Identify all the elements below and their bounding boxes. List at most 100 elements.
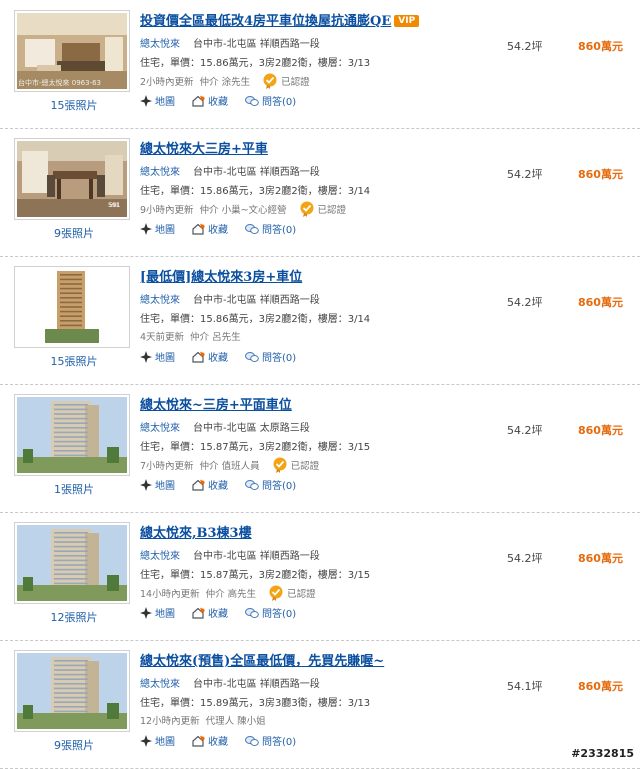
favorite-action-label: 收藏	[208, 481, 228, 492]
listing-actions: 地圖 收藏 問答(0)	[140, 93, 313, 108]
listing-price: 860萬元	[578, 424, 623, 437]
listing-thumbnail[interactable]	[14, 650, 130, 732]
community-link[interactable]: 總太悅來	[140, 419, 180, 434]
favorite-icon	[192, 223, 208, 235]
listing-title-text: 總太悅來大三房+平車	[140, 142, 268, 157]
listing-item: 591 591 9張照片 總太悅來大三房+平車 總太悅來 台中市-北屯區 祥順西路一段 住宅…	[0, 128, 640, 257]
qa-icon	[245, 351, 262, 363]
listing-item: 9張照片 總太悅來(預售)全區最低價，先買先賺喔~ 總太悅來 台中市-北屯區 祥順西路…	[0, 640, 640, 769]
community-link[interactable]: 總太悅來	[140, 291, 180, 306]
address-text: 台中市-北屯區 祥順西路一段	[193, 167, 320, 178]
map-action[interactable]: 地圖	[140, 605, 175, 620]
listing-thumbnail[interactable]	[14, 522, 130, 604]
favorite-action[interactable]: 收藏	[192, 477, 228, 492]
photo-count-link[interactable]: 9張照片	[14, 225, 134, 241]
qa-action[interactable]: 問答(0)	[245, 477, 296, 492]
area-size: 54.2坪	[507, 424, 543, 437]
address-text: 台中市-北屯區 祥順西路一段	[193, 551, 320, 562]
map-icon	[140, 478, 155, 491]
listing-detail: 住宅，單價：15.86萬元，3房2廳2衛，樓層：3/14	[140, 314, 371, 325]
listing-title-text: 總太悅來(預售)全區最低價，先買先賺喔~	[140, 654, 385, 669]
map-icon	[140, 94, 155, 107]
update-line: 9小時內更新 仲介 小巢~文心經營 已認證	[140, 201, 346, 217]
listing-title-link[interactable]: 總太悅來(預售)全區最低價，先買先賺喔~	[140, 650, 384, 669]
certified-badge-icon	[272, 457, 288, 473]
listing-item: 15張照片 [最低價]總太悅來3房+車位 總太悅來 台中市-北屯區 祥順西路一段 住宅，…	[0, 256, 640, 385]
qa-icon	[245, 735, 262, 747]
favorite-action[interactable]: 收藏	[192, 349, 228, 364]
photo-count-link[interactable]: 15張照片	[14, 97, 134, 113]
area-size: 54.1坪	[507, 680, 543, 693]
favorite-action[interactable]: 收藏	[192, 221, 228, 236]
community-link[interactable]: 總太悅來	[140, 547, 180, 562]
map-action[interactable]: 地圖	[140, 221, 175, 236]
map-action-label: 地圖	[155, 353, 175, 364]
photo-count-link[interactable]: 1張照片	[14, 481, 134, 497]
listing-title-text: 投資價全區最低改4房平車位換屋抗通膨QE	[140, 14, 392, 29]
qa-action-label: 問答(0)	[262, 353, 297, 364]
verified-label: 已認證	[317, 205, 347, 216]
agent-info: 代理人 陳小姐	[205, 716, 266, 727]
address-text: 台中市-北屯區 太原路三段	[193, 423, 310, 434]
community-link[interactable]: 總太悅來	[140, 163, 180, 178]
listing-title-link[interactable]: 總太悅來,B3棟3樓	[140, 522, 252, 541]
qa-icon	[245, 479, 262, 491]
listing-title-link[interactable]: 總太悅來大三房+平車	[140, 138, 268, 157]
thumbnail-caption: 591	[108, 202, 120, 209]
map-action-label: 地圖	[155, 481, 175, 492]
certified-badge-icon	[262, 73, 278, 89]
listing-actions: 地圖 收藏 問答(0)	[140, 349, 313, 364]
favorite-action-label: 收藏	[208, 225, 228, 236]
listing-title-text: [最低價]總太悅來3房+車位	[140, 270, 303, 285]
update-time: 12小時內更新	[140, 716, 200, 727]
listing-actions: 地圖 收藏 問答(0)	[140, 477, 313, 492]
qa-action[interactable]: 問答(0)	[245, 93, 296, 108]
area-size: 54.2坪	[507, 40, 543, 53]
favorite-icon	[192, 735, 208, 747]
photo-count-link[interactable]: 15張照片	[14, 353, 134, 369]
update-time: 2小時內更新	[140, 77, 194, 88]
qa-action[interactable]: 問答(0)	[245, 349, 296, 364]
listing-thumbnail[interactable]	[14, 266, 130, 348]
verified-label: 已認證	[290, 461, 320, 472]
map-action[interactable]: 地圖	[140, 93, 175, 108]
update-time: 7小時內更新	[140, 461, 194, 472]
listing-item: 12張照片 總太悅來,B3棟3樓 總太悅來 台中市-北屯區 祥順西路一段 住宅，單價：1…	[0, 512, 640, 641]
qa-action[interactable]: 問答(0)	[245, 221, 296, 236]
favorite-action[interactable]: 收藏	[192, 733, 228, 748]
image-id-watermark: #2332815	[569, 747, 636, 760]
map-action[interactable]: 地圖	[140, 733, 175, 748]
listing-thumbnail[interactable]	[14, 394, 130, 476]
qa-action[interactable]: 問答(0)	[245, 733, 296, 748]
qa-action[interactable]: 問答(0)	[245, 605, 296, 620]
favorite-action[interactable]: 收藏	[192, 93, 228, 108]
favorite-action[interactable]: 收藏	[192, 605, 228, 620]
listing-title-link[interactable]: [最低價]總太悅來3房+車位	[140, 266, 302, 285]
qa-icon	[245, 223, 262, 235]
favorite-icon	[192, 479, 208, 491]
map-icon	[140, 222, 155, 235]
map-action[interactable]: 地圖	[140, 349, 175, 364]
vip-badge: VIP	[394, 15, 420, 27]
qa-action-label: 問答(0)	[262, 609, 297, 620]
map-action-label: 地圖	[155, 97, 175, 108]
listing-detail: 住宅，單價：15.86萬元，3房2廳2衛，樓層：3/13	[140, 58, 371, 69]
listing-title-link[interactable]: 投資價全區最低改4房平車位換屋抗通膨QE VIP	[140, 10, 420, 29]
map-action[interactable]: 地圖	[140, 477, 175, 492]
area-size: 54.2坪	[507, 168, 543, 181]
update-time: 14小時內更新	[140, 589, 200, 600]
listing-title-link[interactable]: 總太悅來~三房+平面車位	[140, 394, 292, 413]
verified-label: 已認證	[281, 77, 310, 88]
thumbnail-caption: 台中市-總太悅來 0963-63	[18, 79, 101, 87]
community-link[interactable]: 總太悅來	[140, 35, 180, 50]
community-link[interactable]: 總太悅來	[140, 675, 180, 690]
photo-count-link[interactable]: 9張照片	[14, 737, 134, 753]
area-size: 54.2坪	[507, 552, 543, 565]
qa-action-label: 問答(0)	[262, 225, 297, 236]
area-size: 54.2坪	[507, 296, 543, 309]
favorite-icon	[192, 607, 208, 619]
listing-title-text: 總太悅來,B3棟3樓	[140, 526, 252, 541]
update-time: 4天前更新	[140, 332, 185, 343]
photo-count-link[interactable]: 12張照片	[14, 609, 134, 625]
listing-price: 860萬元	[578, 40, 623, 53]
